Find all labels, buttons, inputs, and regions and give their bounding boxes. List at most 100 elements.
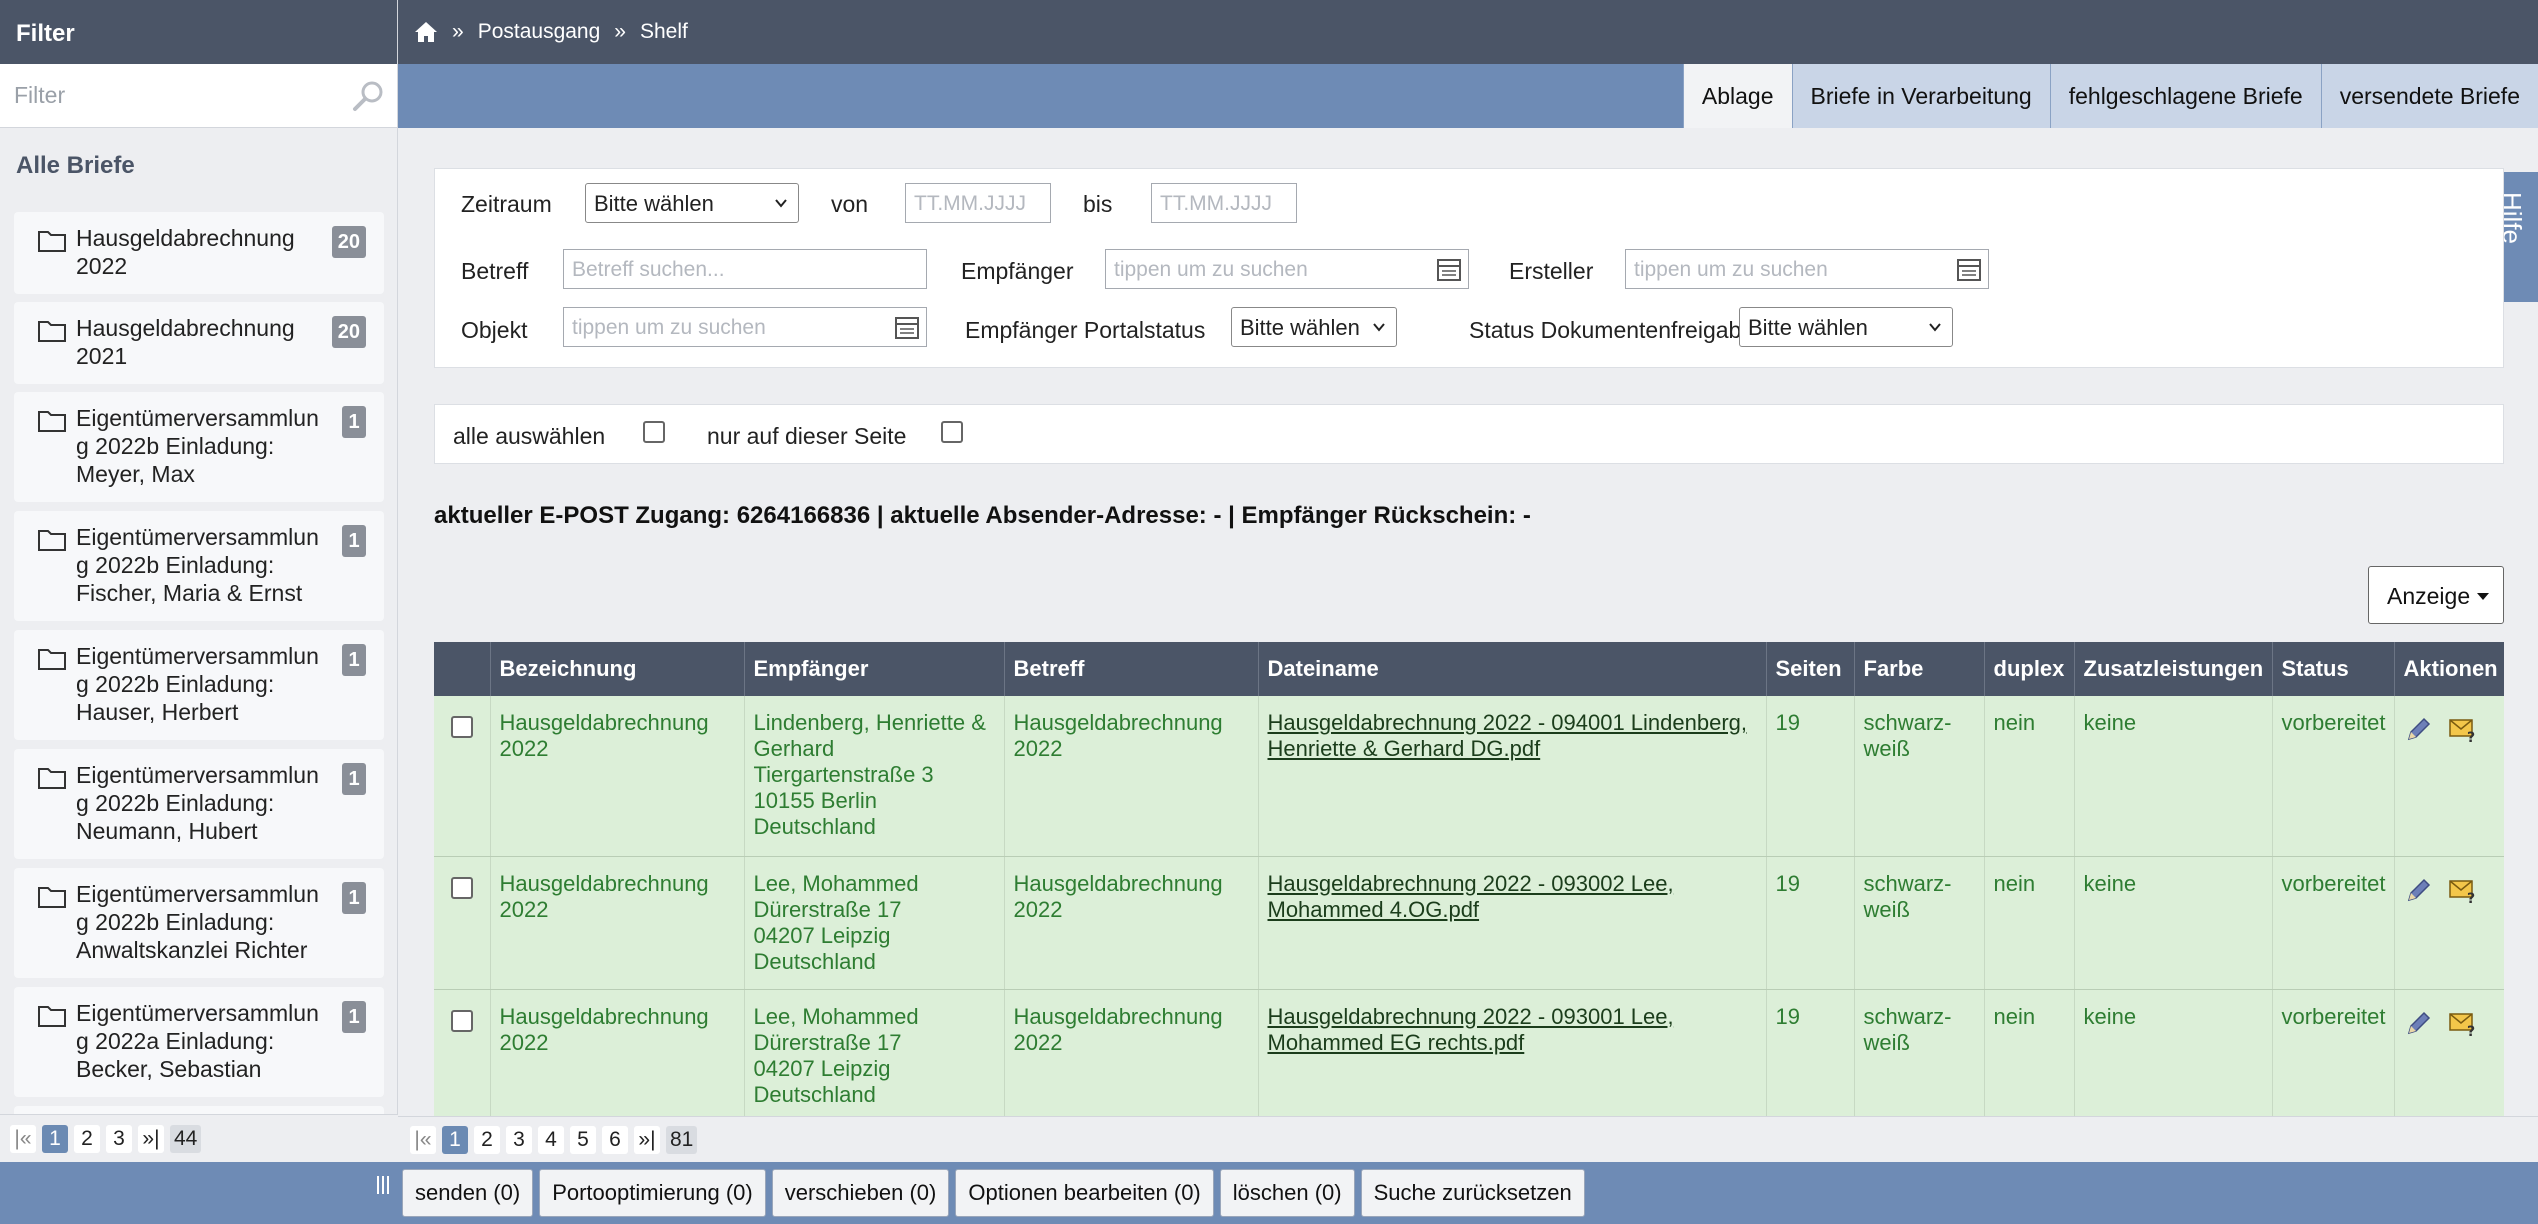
file-link[interactable]: Hausgeldabrechnung 2022 - 093002 Lee, — [1268, 871, 1757, 897]
chevron-down-icon — [1929, 323, 1941, 332]
tab-ablage[interactable]: Ablage — [1682, 64, 1792, 128]
edit-pencil-icon[interactable] — [2404, 714, 2434, 744]
anzeige-dropdown[interactable]: Anzeige — [2368, 566, 2504, 624]
search-icon[interactable] — [351, 78, 387, 114]
breadcrumb-item[interactable]: Postausgang — [478, 20, 601, 44]
betreff-search-input[interactable]: Betreff suchen... — [563, 249, 927, 289]
table-picker-icon[interactable] — [1956, 257, 1982, 283]
column-header-dateiname[interactable]: Dateiname — [1258, 642, 1767, 696]
tab-fehlgeschlagene-briefe[interactable]: fehlgeschlagene Briefe — [2049, 64, 2321, 128]
count-badge: 1 — [342, 763, 366, 795]
pager-page[interactable]: 2 — [74, 1125, 100, 1153]
pager-page[interactable]: 5 — [570, 1126, 596, 1154]
folder-item[interactable]: Hausgeldabrechnung 2021 20 — [14, 302, 384, 384]
cell-zusatzleistungen: keine — [2074, 856, 2273, 990]
edit-pencil-icon[interactable] — [2404, 1008, 2434, 1038]
folder-item[interactable]: Eigentümerversammlun g 2022b Einladung: … — [14, 749, 384, 859]
pager-page[interactable]: 1 — [42, 1125, 68, 1153]
pager-page[interactable]: 3 — [506, 1126, 532, 1154]
pager-last[interactable]: »| — [138, 1125, 164, 1153]
folder-item[interactable]: Eigentümerversammlun g 2022b Einladung: … — [14, 868, 384, 978]
mail-status-icon[interactable]: ? — [2448, 1008, 2478, 1038]
folder-item[interactable]: Eigentümerversammlun g 2022b Einladung: … — [14, 511, 384, 621]
folder-item[interactable]: Eigentümerversammlun g 2022b Einladung: … — [14, 630, 384, 740]
folder-item[interactable]: Eigentümerversammlun g 2022a Einladung: … — [14, 987, 384, 1097]
column-header-bezeichnung[interactable]: Bezeichnung — [490, 642, 745, 696]
file-link[interactable]: Mohammed 4.OG.pdf — [1268, 897, 1757, 923]
von-date-input[interactable]: TT.MM.JJJJ — [905, 183, 1051, 223]
mail-status-icon[interactable]: ? — [2448, 714, 2478, 744]
select-all-checkbox[interactable] — [643, 421, 665, 443]
sidebar-filter-input[interactable] — [0, 64, 397, 126]
folder-item[interactable]: Hausgeldabrechnung 2022 20 — [14, 212, 384, 294]
table-picker-icon[interactable] — [1436, 257, 1462, 283]
column-header-betreff[interactable]: Betreff — [1004, 642, 1259, 696]
chevron-down-icon — [775, 199, 787, 208]
home-icon[interactable] — [414, 21, 438, 43]
file-link[interactable]: Mohammed EG rechts.pdf — [1268, 1030, 1757, 1056]
file-link[interactable]: Hausgeldabrechnung 2022 - 094001 Lindenb… — [1268, 710, 1757, 736]
breadcrumb: » Postausgang » Shelf — [398, 0, 2538, 64]
tab-versendete-briefe[interactable]: versendete Briefe — [2320, 64, 2538, 128]
table-picker-icon[interactable] — [894, 315, 920, 341]
pager-page[interactable]: 6 — [602, 1126, 628, 1154]
file-link[interactable]: Hausgeldabrechnung 2022 - 093001 Lee, — [1268, 1004, 1757, 1030]
portalstatus-select[interactable]: Bitte wählen — [1231, 307, 1397, 347]
file-link[interactable]: Henriette & Gerhard DG.pdf — [1268, 736, 1757, 762]
folder-icon — [38, 887, 66, 908]
ersteller-placeholder: tippen um zu suchen — [1634, 258, 1828, 281]
mail-status-icon[interactable]: ? — [2448, 875, 2478, 905]
breadcrumb-item[interactable]: Shelf — [640, 20, 688, 44]
count-badge: 1 — [342, 644, 366, 676]
bis-label: bis — [1083, 191, 1113, 217]
column-header-duplex[interactable]: duplex — [1984, 642, 2075, 696]
cell-empfaenger: Deutschland — [753, 948, 876, 974]
pager-first[interactable]: |« — [410, 1126, 436, 1154]
page-only-checkbox[interactable] — [941, 421, 963, 443]
reset-search-button[interactable]: Suche zurücksetzen — [1360, 1169, 1585, 1217]
edit-options-button[interactable]: Optionen bearbeiten (0) — [955, 1169, 1214, 1217]
cell-betreff: Hausgeldabrechnung — [1013, 870, 1223, 896]
table-pagination: |« 1 2 3 4 5 6 »| 81 — [398, 1116, 2538, 1162]
count-badge: 20 — [331, 316, 366, 348]
ersteller-input[interactable]: tippen um zu suchen — [1625, 249, 1989, 289]
pager-page[interactable]: 1 — [442, 1126, 468, 1154]
pager-page[interactable]: 3 — [106, 1125, 132, 1153]
zeitraum-value: Bitte wählen — [594, 191, 714, 216]
filter-panel: Zeitraum Bitte wählen von TT.MM.JJJJ bis… — [434, 168, 2504, 368]
column-header-empfaenger[interactable]: Empfänger — [744, 642, 1005, 696]
row-checkbox[interactable] — [451, 716, 473, 738]
column-header-zusatzleistungen[interactable]: Zusatzleistungen — [2074, 642, 2273, 696]
resize-grip-icon[interactable] — [376, 1174, 390, 1196]
tab-briefe-in-verarbeitung[interactable]: Briefe in Verarbeitung — [1791, 64, 2050, 128]
folder-item[interactable] — [14, 1106, 384, 1114]
row-checkbox[interactable] — [451, 876, 473, 899]
bis-date-input[interactable]: TT.MM.JJJJ — [1151, 183, 1297, 223]
column-header-farbe[interactable]: Farbe — [1854, 642, 1985, 696]
send-button[interactable]: senden (0) — [402, 1169, 534, 1217]
column-header-status[interactable]: Status — [2272, 642, 2395, 696]
cell-duplex: nein — [1984, 696, 2075, 857]
column-header-seiten[interactable]: Seiten — [1766, 642, 1855, 696]
move-button[interactable]: verschieben (0) — [771, 1169, 950, 1217]
folder-label-line: Fischer, Maria & Ernst — [76, 580, 303, 606]
objekt-input[interactable]: tippen um zu suchen — [563, 307, 927, 347]
pager-last[interactable]: »| — [634, 1126, 660, 1154]
folder-label-line: Neumann, Hubert — [76, 818, 258, 844]
bottom-toolbar: senden (0) Portooptimierung (0) verschie… — [0, 1162, 2538, 1224]
empfaenger-input[interactable]: tippen um zu suchen — [1105, 249, 1469, 289]
svg-text:?: ? — [2467, 891, 2475, 905]
freigabe-select[interactable]: Bitte wählen — [1739, 307, 1953, 347]
edit-pencil-icon[interactable] — [2404, 875, 2434, 905]
objekt-label: Objekt — [461, 317, 528, 343]
zeitraum-select[interactable]: Bitte wählen — [585, 183, 799, 223]
pager-page[interactable]: 4 — [538, 1126, 564, 1154]
pager-page[interactable]: 2 — [474, 1126, 500, 1154]
porto-optimization-button[interactable]: Portooptimierung (0) — [539, 1169, 766, 1217]
von-label: von — [831, 191, 869, 217]
delete-button[interactable]: löschen (0) — [1219, 1169, 1355, 1217]
folder-item[interactable]: Eigentümerversammlun g 2022b Einladung: … — [14, 392, 384, 502]
pager-first[interactable]: |« — [10, 1125, 36, 1153]
row-checkbox[interactable] — [451, 1009, 473, 1032]
cell-seiten: 19 — [1766, 856, 1855, 990]
